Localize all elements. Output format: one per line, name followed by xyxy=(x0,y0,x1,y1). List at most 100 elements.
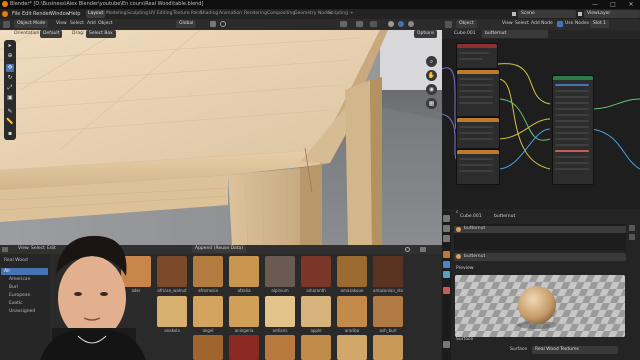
preview-panel-header[interactable]: Preview xyxy=(456,265,474,273)
move-icon[interactable]: ✥ xyxy=(6,64,14,72)
maximize-button[interactable]: □ xyxy=(604,0,622,9)
asset-thumbnail[interactable]: afromosia xyxy=(193,256,223,296)
slot-selector[interactable]: Slot 1 xyxy=(590,20,609,28)
node-menu-node[interactable]: Node xyxy=(541,20,553,28)
output-tab-icon[interactable] xyxy=(443,235,450,242)
cursor-icon[interactable]: ⊕ xyxy=(6,52,14,60)
menu-help[interactable]: Help xyxy=(69,9,80,19)
menu-window[interactable]: Window xyxy=(50,9,70,19)
shader-node-editor[interactable]: Object View Select Add Node Use Nodes Sl… xyxy=(442,19,640,209)
drag-selector[interactable]: Select Box xyxy=(86,30,116,38)
asset-thumbnail[interactable]: afzelia xyxy=(229,256,259,296)
menu-render[interactable]: Render xyxy=(33,9,51,19)
asset-thumbnail[interactable]: arariba xyxy=(337,296,367,336)
node-object-selector[interactable]: Object xyxy=(456,20,477,28)
zoom-icon[interactable]: ⌕ xyxy=(426,56,437,67)
transform-icon[interactable]: ▣ xyxy=(6,94,14,102)
wood-swatch[interactable] xyxy=(229,335,259,360)
add-cube-icon[interactable]: ▪ xyxy=(6,130,14,138)
filter-icon[interactable] xyxy=(420,247,426,252)
minimize-button[interactable]: — xyxy=(586,0,604,9)
wood-swatch[interactable] xyxy=(337,335,367,360)
tool-tab-icon[interactable] xyxy=(443,215,450,222)
object-icon[interactable] xyxy=(443,251,450,258)
texture-tab-icon[interactable] xyxy=(443,341,450,348)
render-tab-icon[interactable] xyxy=(443,225,450,232)
wood-swatch[interactable] xyxy=(373,335,403,360)
viewport-menu-view[interactable]: View xyxy=(56,20,67,28)
wood-swatch[interactable] xyxy=(265,335,295,360)
use-nodes-checkbox[interactable] xyxy=(557,21,563,27)
scene-selector[interactable]: Scene xyxy=(518,10,576,18)
asset-thumbnail[interactable]: angel xyxy=(193,296,223,336)
node-mapping[interactable] xyxy=(456,69,500,117)
search-icon[interactable] xyxy=(405,247,410,252)
viewport-menu-add[interactable]: Add xyxy=(87,20,96,28)
close-button[interactable]: ✕ xyxy=(622,0,640,9)
viewport-menu-object[interactable]: Object xyxy=(98,20,113,28)
hand-icon[interactable]: ✋ xyxy=(426,70,437,81)
proportional-edit-icon[interactable] xyxy=(220,21,226,27)
asset-thumbnail[interactable]: amazakoue xyxy=(337,256,367,296)
overlay-icon[interactable] xyxy=(356,21,363,27)
node-material-field[interactable]: butternut xyxy=(482,30,548,38)
node-principled-bsdf[interactable] xyxy=(552,75,594,185)
grid-icon[interactable]: ▦ xyxy=(426,98,437,109)
editor-type-icon[interactable] xyxy=(3,21,10,28)
node-menu-select[interactable]: Select xyxy=(515,20,529,28)
snap-icon[interactable] xyxy=(210,21,216,27)
material-slot-row[interactable]: butternut xyxy=(454,226,626,233)
orientation-selector[interactable]: Default xyxy=(40,30,63,38)
menu-file[interactable]: File xyxy=(12,9,20,19)
modifier-tab-icon[interactable] xyxy=(443,261,450,268)
asset-thumbnail[interactable]: amaranth xyxy=(301,256,331,296)
material-icon[interactable] xyxy=(443,287,450,294)
asset-thumbnail[interactable]: antiaris xyxy=(265,296,295,336)
node-editor-type-icon[interactable] xyxy=(445,21,452,28)
tab-animation[interactable]: Animation xyxy=(217,10,244,18)
tab-scripting[interactable]: Scripting xyxy=(326,10,350,18)
asset-thumbnail[interactable]: alpinium xyxy=(265,256,295,296)
wood-swatch[interactable] xyxy=(301,335,331,360)
asset-thumbnail[interactable]: amazonian_ston... xyxy=(373,256,403,296)
import-method-selector[interactable]: Append (Reuse Data) xyxy=(192,245,247,253)
blender-menu-icon[interactable] xyxy=(2,11,8,17)
measure-icon[interactable]: 📏 xyxy=(6,118,14,126)
slot-remove-button[interactable] xyxy=(629,234,635,240)
material-slot-list[interactable]: butternut xyxy=(454,224,626,250)
shading-rendered-icon[interactable] xyxy=(408,21,414,27)
asset-thumbnail[interactable]: african_walnut xyxy=(157,256,187,296)
tab-layout[interactable]: Layout xyxy=(86,10,106,18)
viewlayer-selector[interactable]: ViewLayer xyxy=(584,10,640,18)
slot-add-button[interactable] xyxy=(629,225,635,231)
add-workspace-button[interactable]: + xyxy=(348,10,356,18)
asset-thumbnail[interactable]: aningeria xyxy=(229,296,259,336)
select-box-icon[interactable]: ▸ xyxy=(6,42,14,50)
surface-shader-selector[interactable]: Real Wood Textures xyxy=(532,346,618,354)
xray-icon[interactable] xyxy=(370,21,377,27)
wood-swatch[interactable] xyxy=(193,335,223,360)
asset-thumbnail[interactable]: anakola xyxy=(157,296,187,336)
material-datablock-field[interactable]: butternut xyxy=(454,253,626,261)
asset-thumbnail[interactable]: apple xyxy=(301,296,331,336)
node-texture-coordinate[interactable] xyxy=(456,43,498,69)
node-image-texture[interactable] xyxy=(456,149,500,185)
scale-icon[interactable]: ⤢ xyxy=(6,84,14,92)
shading-solid-icon[interactable] xyxy=(388,21,394,27)
3d-viewport[interactable]: Orientation: Default Drag: Select Box Op… xyxy=(0,30,442,245)
menu-edit[interactable]: Edit xyxy=(22,9,32,19)
viewport-menu-select[interactable]: Select xyxy=(70,20,84,28)
surface-panel-header[interactable]: Surface xyxy=(456,336,473,344)
physics-tab-icon[interactable] xyxy=(443,271,450,278)
node-image-texture[interactable] xyxy=(456,117,500,149)
node-menu-view[interactable]: View xyxy=(502,20,513,28)
node-menu-add[interactable]: Add xyxy=(531,20,540,28)
asset-thumbnail[interactable]: ash_burl xyxy=(373,296,403,336)
props-search-icon[interactable]: ⌕ xyxy=(456,209,459,217)
transform-orientation-selector[interactable]: Global xyxy=(176,20,197,28)
mode-selector[interactable]: Object Mode xyxy=(14,20,49,28)
shading-material-icon[interactable] xyxy=(398,21,404,27)
rotate-icon[interactable]: ↻ xyxy=(6,74,14,82)
annotate-icon[interactable]: ✎ xyxy=(6,108,14,116)
visibility-icon[interactable] xyxy=(340,21,347,27)
